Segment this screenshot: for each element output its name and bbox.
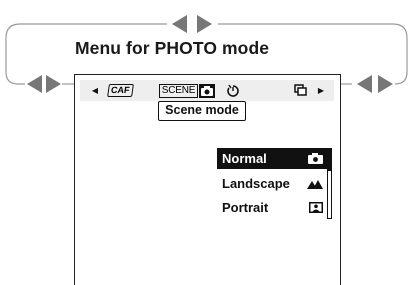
toolbar-item-caf[interactable]: CAF [105, 80, 135, 101]
toolbar-item-self-timer[interactable] [224, 80, 242, 101]
menu-item-label: Landscape [222, 176, 290, 191]
menu-item-landscape[interactable]: Landscape [217, 173, 327, 194]
scroll-left-icon[interactable]: ◀ [90, 80, 100, 101]
menu-item-label: Normal [222, 151, 267, 166]
menu-item-normal[interactable]: Normal [217, 148, 327, 169]
menu-toolbar: ◀ CAF SCENE ▶ [80, 80, 334, 101]
scroll-right-icon[interactable]: ▶ [316, 80, 326, 101]
mountain-icon [307, 179, 323, 189]
left-right-arrows-icon [357, 75, 393, 93]
left-right-arrows-icon [27, 75, 61, 93]
scrollbar-thumb[interactable] [328, 149, 331, 171]
caf-label: CAF [106, 84, 134, 97]
camera-icon [308, 153, 323, 164]
menu-item-label: Portrait [222, 200, 269, 215]
scene-mode-tooltip: Scene mode [158, 101, 246, 121]
menu-scrollbar[interactable] [327, 148, 332, 219]
self-timer-icon [227, 84, 239, 97]
scene-label: SCENE [158, 83, 199, 98]
portrait-icon [309, 202, 323, 213]
scene-mode-menu: Normal Landscape Portrait [217, 148, 327, 219]
menu-item-portrait[interactable]: Portrait [217, 197, 327, 218]
page-title: Menu for PHOTO mode [75, 38, 270, 58]
toolbar-item-drive-mode[interactable] [292, 80, 310, 101]
up-down-arrows-icon [172, 15, 212, 33]
continuous-shooting-icon [294, 84, 307, 96]
toolbar-item-scene[interactable]: SCENE [158, 80, 216, 101]
camera-icon [199, 83, 216, 98]
